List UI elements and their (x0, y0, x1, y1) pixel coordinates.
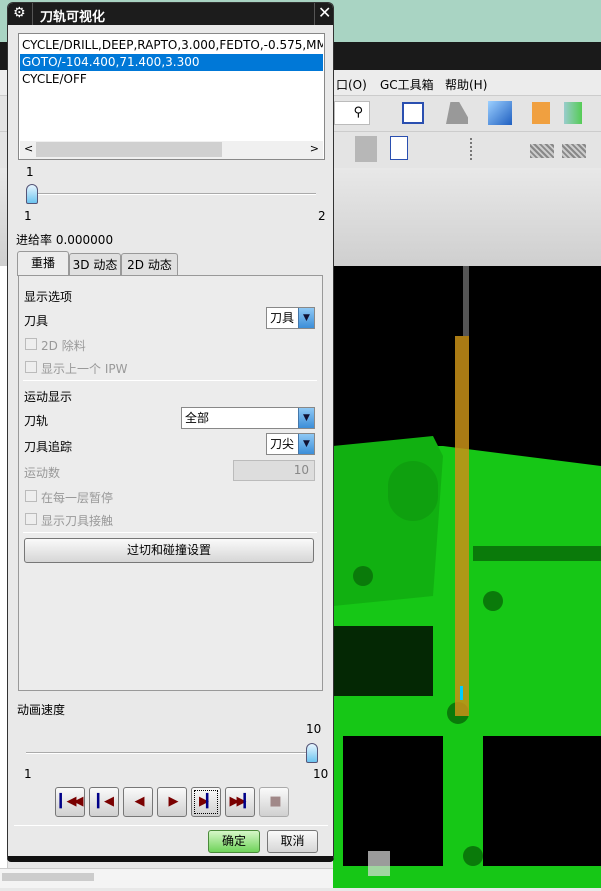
remove-2d-label: 2D 除料 (41, 339, 86, 353)
replay-panel: 显示选项 刀具 刀具 ▼ 2D 除料 显示上一个 IPW 运动显示 刀轨 全部 ▼ … (18, 275, 323, 691)
tab-3d-dynamic[interactable]: 3D 动态 (69, 253, 121, 276)
tool-label: 刀具 (24, 314, 49, 328)
menu-window[interactable]: 口(O) (336, 76, 367, 93)
menu-help[interactable]: 帮助(H) (445, 76, 487, 93)
scroll-thumb[interactable] (36, 142, 222, 157)
path-label: 刀轨 (24, 414, 49, 428)
rewind-to-start-button[interactable]: ▎◀◀ (55, 787, 85, 817)
feed-rate: 进给率 0.000000 (16, 233, 114, 247)
tool-trace-label: 刀具追踪 (24, 440, 73, 454)
list-item[interactable]: CYCLE/OFF (20, 71, 323, 88)
close-icon[interactable]: ✕ (318, 3, 331, 22)
chevron-down-icon: ▼ (298, 434, 314, 454)
tool-shank (463, 266, 469, 336)
motion-display-heading: 运动显示 (24, 390, 73, 404)
pause-each-layer-checkbox[interactable] (25, 490, 37, 502)
play-to-end-button[interactable]: ▶▎ (191, 787, 221, 817)
tab-replay[interactable]: 重播 (17, 251, 69, 276)
speed-slider-handle[interactable] (306, 743, 318, 763)
divider (23, 532, 317, 533)
gear-icon[interactable]: ⚙ (13, 5, 26, 21)
dialog-title: 刀轨可视化 (40, 10, 106, 25)
step-min: 1 (24, 209, 32, 223)
cancel-button[interactable]: 取消 (267, 830, 318, 853)
divider (14, 825, 328, 826)
show-prev-ipw-label: 显示上一个 IPW (41, 362, 128, 376)
tool-body (455, 336, 469, 716)
display-options-heading: 显示选项 (24, 290, 73, 304)
tab-2d-dynamic[interactable]: 2D 动态 (121, 253, 178, 276)
graphics-viewport[interactable] (333, 266, 601, 888)
stop-button[interactable]: ■ (259, 787, 289, 817)
stock-icon[interactable] (530, 144, 554, 158)
show-tool-contact-label: 显示刀具接触 (41, 514, 114, 528)
tool-trace-dropdown[interactable]: 刀尖 ▼ (266, 433, 315, 455)
divider (23, 380, 317, 381)
stock-width-icon[interactable] (562, 144, 586, 158)
path-dropdown-value: 全部 (185, 411, 210, 425)
layer-icon[interactable] (532, 102, 550, 124)
animation-speed-label: 动画速度 (17, 703, 66, 717)
chevron-down-icon: ▼ (298, 308, 314, 328)
cube-view-icon[interactable] (488, 101, 512, 125)
bottom-scrollbar[interactable] (0, 868, 333, 888)
step-backward-button[interactable]: ◀ (123, 787, 153, 817)
fit-view-icon[interactable] (402, 102, 424, 124)
list-item[interactable]: CYCLE/DRILL,DEEP,RAPTO,3.000,FEDTO,-0.57… (20, 37, 323, 54)
show-prev-ipw-checkbox[interactable] (25, 361, 37, 373)
part-model (333, 266, 601, 888)
motion-count-label: 运动数 (24, 466, 61, 480)
list-item-selected[interactable]: GOTO/-104.400,71.400,3.300 (20, 54, 323, 71)
toolpath-list[interactable]: CYCLE/DRILL,DEEP,RAPTO,3.000,FEDTO,-0.57… (18, 33, 325, 160)
chevron-down-icon: ▼ (298, 408, 314, 428)
tool-dropdown-value: 刀具 (270, 311, 295, 325)
speed-slider-track[interactable] (26, 752, 316, 754)
machine-icon[interactable] (355, 136, 377, 162)
motion-count-input[interactable]: 10 (233, 460, 315, 481)
step-max: 2 (318, 209, 326, 223)
step-slider-track[interactable] (26, 193, 316, 195)
fast-forward-button[interactable]: ▶▶▎ (225, 787, 255, 817)
tool-dropdown[interactable]: 刀具 ▼ (266, 307, 315, 329)
toolpath-icon[interactable] (470, 138, 494, 160)
ok-button[interactable]: 确定 (208, 830, 260, 853)
toolpath-visualization-dialog: ⚙ 刀轨可视化 ✕ CYCLE/DRILL,DEEP,RAPTO,3.000,F… (7, 2, 334, 862)
scroll-left-icon[interactable]: < (24, 142, 33, 155)
show-tool-contact-checkbox[interactable] (25, 513, 37, 525)
shaded-edges-icon[interactable] (446, 102, 468, 124)
dialog-title-bar[interactable]: ⚙ 刀轨可视化 ✕ (8, 3, 333, 25)
step-slider-handle[interactable] (26, 184, 38, 204)
scroll-right-icon[interactable]: > (310, 142, 319, 155)
path-dropdown[interactable]: 全部 ▼ (181, 407, 315, 429)
step-value: 1 (26, 165, 34, 179)
speed-max: 10 (313, 767, 329, 781)
remove-2d-checkbox[interactable] (25, 338, 37, 350)
gouge-collision-settings-button[interactable]: 过切和碰撞设置 (24, 538, 314, 563)
step-back-to-start-button[interactable]: ▎◀ (89, 787, 119, 817)
section-icon[interactable] (564, 102, 582, 124)
speed-min: 1 (24, 767, 32, 781)
pause-each-layer-label: 在每一层暂停 (41, 491, 114, 505)
document-icon[interactable] (390, 136, 408, 160)
speed-value: 10 (306, 722, 322, 736)
step-forward-button[interactable]: ▶ (157, 787, 187, 817)
scroll-thumb[interactable] (2, 873, 94, 881)
menu-gc-toolbox[interactable]: GC工具箱 (380, 76, 434, 93)
search-icon[interactable]: ⚲ (334, 101, 370, 125)
tool-trace-value: 刀尖 (270, 437, 295, 451)
axis-triad (368, 851, 390, 876)
horizontal-scrollbar[interactable]: < > (20, 141, 323, 159)
